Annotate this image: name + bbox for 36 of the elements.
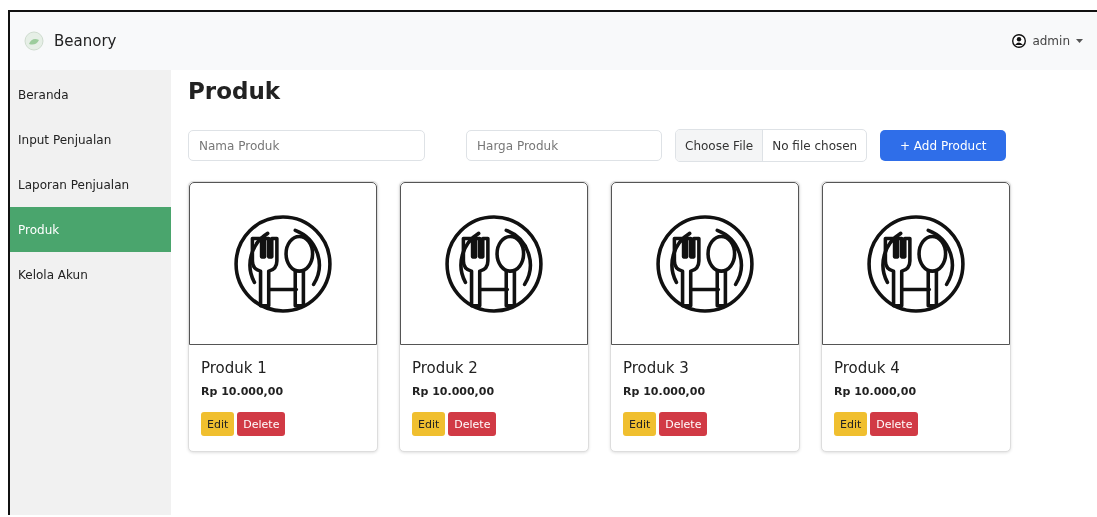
user-menu[interactable]: admin <box>1012 34 1083 48</box>
product-price-field[interactable]: Harga Produk <box>466 130 662 161</box>
file-input[interactable]: Choose File No file chosen <box>675 129 868 162</box>
brand-name[interactable]: Beanory <box>54 32 117 50</box>
product-price: Rp 10.000,00 <box>412 385 495 398</box>
plate-cutlery-icon <box>443 212 545 315</box>
sidebar-item[interactable]: Beranda <box>10 72 171 117</box>
edit-button[interactable]: Edit <box>623 412 657 436</box>
sidebar-item[interactable]: Laporan Penjualan <box>10 162 171 207</box>
sidebar-item[interactable]: Kelola Akun <box>10 252 171 297</box>
product-name: Produk 4 <box>834 359 900 377</box>
plate-cutlery-icon <box>654 212 756 315</box>
product-price: Rp 10.000,00 <box>201 385 284 398</box>
page-title: Produk <box>188 77 281 106</box>
add-product-button[interactable]: + Add Product <box>880 130 1007 161</box>
delete-button[interactable]: Delete <box>659 412 708 436</box>
bean-logo-icon <box>24 31 44 51</box>
product-price: Rp 10.000,00 <box>834 385 917 398</box>
product-name: Produk 1 <box>201 359 267 377</box>
edit-button[interactable]: Edit <box>201 412 235 436</box>
choose-file-button[interactable]: Choose File <box>676 130 764 161</box>
product-price: Rp 10.000,00 <box>623 385 706 398</box>
product-name: Produk 2 <box>412 359 478 377</box>
delete-button[interactable]: Delete <box>237 412 286 436</box>
user-avatar-icon <box>1012 34 1027 48</box>
file-status: No file chosen <box>771 137 859 155</box>
edit-button[interactable]: Edit <box>412 412 446 436</box>
delete-button[interactable]: Delete <box>870 412 919 436</box>
delete-button[interactable]: Delete <box>448 412 497 436</box>
caret-icon <box>1076 38 1083 44</box>
edit-button[interactable]: Edit <box>834 412 868 436</box>
sidebar-item[interactable]: Input Penjualan <box>10 117 171 162</box>
plate-cutlery-icon <box>865 212 967 315</box>
plate-cutlery-icon <box>232 212 334 315</box>
product-name-field[interactable]: Nama Produk <box>188 130 425 161</box>
product-name: Produk 3 <box>623 359 689 377</box>
